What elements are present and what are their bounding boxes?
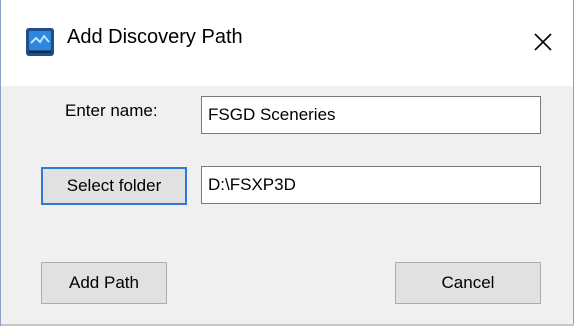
name-label: Enter name: xyxy=(65,101,158,120)
monitor-app-icon xyxy=(26,28,54,56)
add-path-button[interactable]: Add Path xyxy=(41,262,167,304)
cancel-button[interactable]: Cancel xyxy=(395,262,541,304)
add-discovery-path-dialog: Add Discovery Path Enter name: Select fo… xyxy=(0,0,574,326)
select-folder-button[interactable]: Select folder xyxy=(41,167,187,205)
name-input[interactable] xyxy=(201,96,541,134)
close-button[interactable] xyxy=(513,14,573,70)
dialog-title: Add Discovery Path xyxy=(67,26,243,48)
close-icon xyxy=(534,33,552,51)
folder-path-input[interactable] xyxy=(201,166,541,204)
title-bar[interactable]: Add Discovery Path xyxy=(1,0,573,86)
